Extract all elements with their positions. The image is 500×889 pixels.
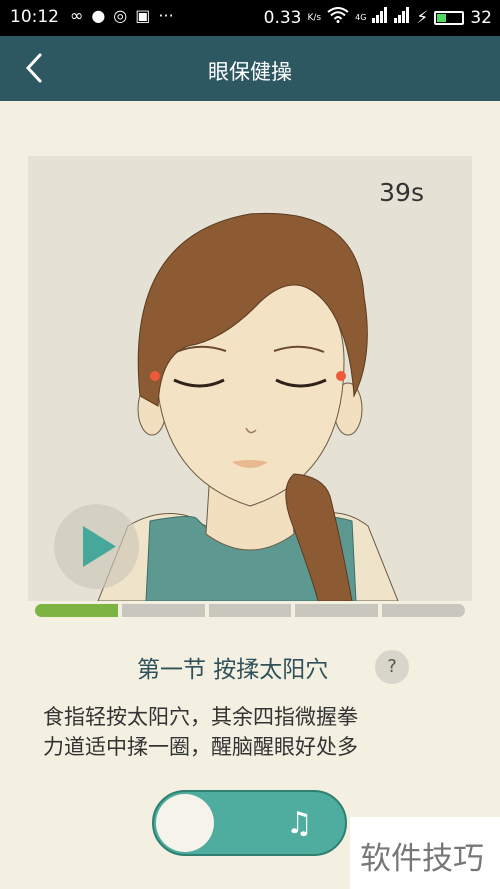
more-icon: ··· xyxy=(158,6,174,25)
play-icon xyxy=(83,526,116,567)
weibo-icon: ◎ xyxy=(113,6,128,25)
help-button[interactable]: ? xyxy=(375,650,409,684)
progress-segment-5 xyxy=(382,604,465,617)
toggle-knob[interactable] xyxy=(156,794,214,852)
chat-icon: ● xyxy=(91,6,106,25)
wifi-icon xyxy=(327,7,349,28)
signal-tag: 4G xyxy=(355,13,367,22)
progress-segment-2 xyxy=(121,604,205,617)
net-unit: K/s xyxy=(307,12,322,23)
battery-level: 32 xyxy=(470,7,492,28)
music-toggle[interactable]: ♫ xyxy=(152,790,347,856)
page-title: 眼保健操 xyxy=(208,60,292,84)
progress-segment-1 xyxy=(35,604,118,617)
infinity-icon: ∞ xyxy=(70,6,84,25)
exercise-progress xyxy=(35,604,465,617)
charging-icon: ⚡ xyxy=(416,7,429,28)
exercise-illustration: 39s xyxy=(28,156,472,601)
status-time: 10:12 xyxy=(10,7,59,27)
status-bar: 10:12 ∞ ● ◎ ▣ ··· 0.33 K/s 4G ⚡ 32 xyxy=(0,0,500,36)
app-bar: 眼保健操 xyxy=(0,36,500,101)
progress-segment-4 xyxy=(295,604,379,617)
play-button[interactable] xyxy=(54,504,139,589)
signal-icon-1 xyxy=(372,7,388,28)
signal-icon-2 xyxy=(394,7,410,28)
watermark: 软件技巧 xyxy=(350,817,500,889)
countdown-timer: 39s xyxy=(379,178,424,207)
section-title: 第一节 按揉太阳穴 xyxy=(137,657,329,683)
section-description: 食指轻按太阳穴，其余四指微握拳 力道适中揉一圈，醒脑醒眼好处多 xyxy=(43,702,463,762)
music-note-icon: ♫ xyxy=(286,806,313,841)
description-line-2: 力道适中揉一圈，醒脑醒眼好处多 xyxy=(43,735,358,759)
progress-segment-3 xyxy=(208,604,292,617)
watermark-text: 软件技巧 xyxy=(360,841,484,877)
description-line-1: 食指轻按太阳穴，其余四指微握拳 xyxy=(43,705,358,729)
net-speed: 0.33 xyxy=(263,7,302,28)
status-right: 0.33 K/s 4G ⚡ 32 xyxy=(264,7,492,28)
app-icon: ▣ xyxy=(135,6,151,25)
notification-icons: ∞ ● ◎ ▣ ··· xyxy=(70,6,174,25)
battery-icon xyxy=(434,10,465,25)
